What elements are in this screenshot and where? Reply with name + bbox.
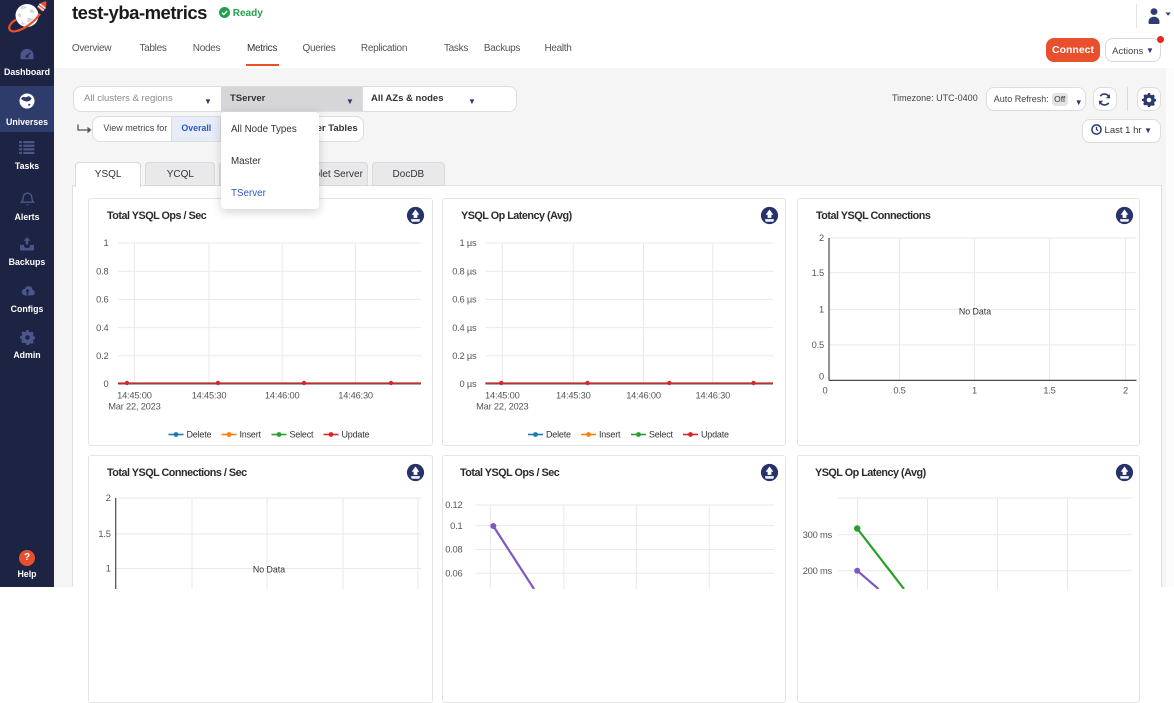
svg-text:YSQL Op Latency (Avg): YSQL Op Latency (Avg): [461, 210, 573, 222]
svg-text:1: 1: [106, 563, 111, 573]
svg-text:Select: Select: [290, 430, 315, 440]
svg-text:YSQL Op Latency (Avg): YSQL Op Latency (Avg): [815, 467, 927, 479]
svg-text:1: 1: [819, 305, 824, 315]
svg-text:0: 0: [104, 379, 109, 389]
svg-text:Delete: Delete: [187, 430, 212, 440]
svg-text:0.06: 0.06: [445, 568, 462, 578]
svg-text:0.2: 0.2: [96, 351, 108, 361]
svg-text:2: 2: [819, 233, 824, 243]
svg-text:0.12: 0.12: [445, 500, 462, 510]
svg-text:0.4 µs: 0.4 µs: [452, 323, 477, 333]
svg-text:Delete: Delete: [546, 430, 571, 440]
svg-text:1.5: 1.5: [1043, 385, 1055, 395]
svg-text:0 µs: 0 µs: [459, 379, 477, 389]
svg-text:14:45:00: 14:45:00: [117, 391, 152, 401]
svg-text:14:45:00: 14:45:00: [485, 391, 520, 401]
svg-text:200 ms: 200 ms: [802, 566, 832, 576]
svg-text:Insert: Insert: [240, 430, 262, 440]
svg-text:1: 1: [972, 385, 977, 395]
svg-text:Update: Update: [342, 430, 370, 440]
svg-text:1.5: 1.5: [811, 268, 823, 278]
svg-text:Mar 22, 2023: Mar 22, 2023: [476, 402, 528, 412]
svg-text:14:46:30: 14:46:30: [338, 391, 373, 401]
svg-text:0.5: 0.5: [811, 340, 823, 350]
svg-text:Mar 22, 2023: Mar 22, 2023: [108, 402, 160, 412]
svg-text:Total YSQL Connections: Total YSQL Connections: [816, 210, 931, 222]
svg-text:0.5: 0.5: [893, 385, 905, 395]
svg-text:2: 2: [1123, 385, 1128, 395]
svg-text:14:46:30: 14:46:30: [695, 391, 730, 401]
svg-text:0.6: 0.6: [96, 295, 108, 305]
svg-text:0: 0: [822, 385, 827, 395]
svg-text:1.5: 1.5: [98, 529, 110, 539]
svg-text:Total YSQL Ops / Sec: Total YSQL Ops / Sec: [460, 467, 560, 479]
svg-text:Total YSQL Connections / Sec: Total YSQL Connections / Sec: [107, 467, 247, 479]
svg-text:0.4: 0.4: [96, 323, 108, 333]
svg-text:No Data: No Data: [958, 307, 990, 317]
svg-text:Select: Select: [649, 430, 674, 440]
svg-text:1 µs: 1 µs: [459, 238, 477, 248]
svg-text:0.8: 0.8: [96, 266, 108, 276]
svg-text:14:45:30: 14:45:30: [192, 391, 227, 401]
svg-text:2: 2: [106, 493, 111, 503]
svg-text:14:46:00: 14:46:00: [265, 391, 300, 401]
svg-text:14:46:00: 14:46:00: [626, 391, 661, 401]
svg-text:1: 1: [104, 238, 109, 248]
svg-text:Update: Update: [701, 430, 729, 440]
svg-text:14:45:30: 14:45:30: [556, 391, 591, 401]
svg-text:0.6 µs: 0.6 µs: [452, 295, 477, 305]
svg-text:0.08: 0.08: [445, 544, 462, 554]
svg-text:0.1: 0.1: [450, 520, 462, 530]
svg-text:300 ms: 300 ms: [802, 529, 832, 539]
svg-text:No Data: No Data: [253, 564, 285, 574]
svg-text:Insert: Insert: [599, 430, 621, 440]
svg-text:Total YSQL Ops / Sec: Total YSQL Ops / Sec: [107, 210, 207, 222]
svg-text:0.8 µs: 0.8 µs: [452, 266, 477, 276]
svg-text:0.2 µs: 0.2 µs: [452, 351, 477, 361]
svg-text:0: 0: [819, 372, 824, 382]
